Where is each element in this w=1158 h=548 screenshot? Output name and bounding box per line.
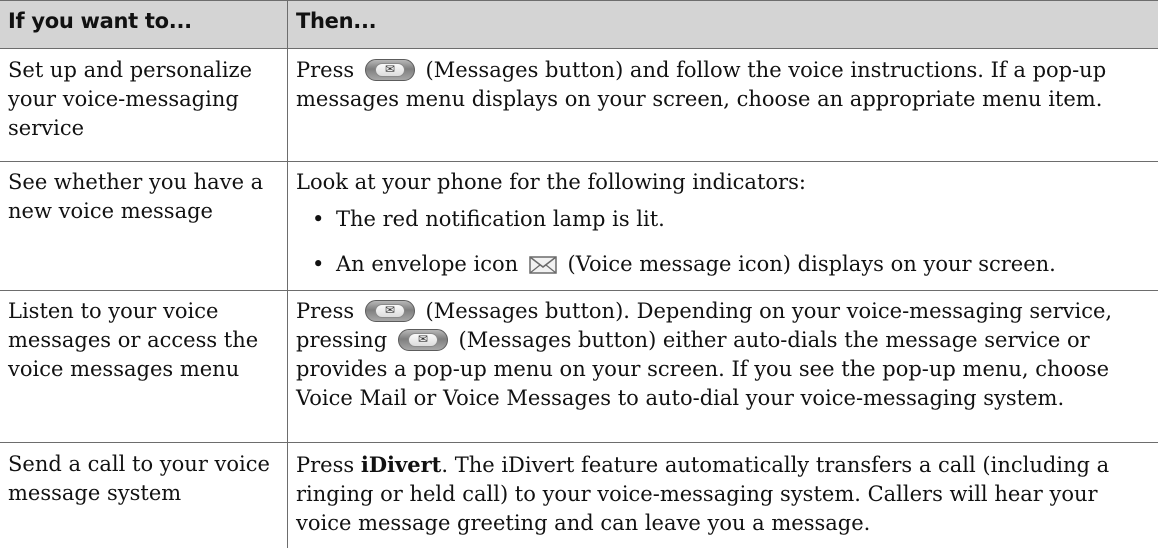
column-divider: [287, 0, 288, 548]
idivert-softkey-label: iDivert: [360, 452, 442, 477]
envelope-icon: [529, 256, 557, 274]
row-3-press-text: Press: [296, 299, 355, 323]
row-2-left: See whether you have a new voice message: [8, 170, 264, 223]
row-rule: [0, 161, 1158, 162]
row-1-press-text: Press: [296, 58, 355, 82]
bullet-icon: •: [312, 207, 325, 231]
bullet-1-text: The red notification lamp is lit.: [336, 207, 665, 231]
table-header: If you want to... Then...: [0, 0, 1158, 48]
row-rule: [0, 290, 1158, 291]
header-col-then: Then...: [296, 9, 377, 33]
row-1-left: Set up and personalize your voice-messag…: [8, 58, 253, 140]
row-1-right: Press ✉ (Messages button) and follow the…: [296, 56, 1152, 114]
row-rule: [0, 48, 1158, 49]
row-2-right: Look at your phone for the following ind…: [296, 168, 1152, 279]
bullet-icon: •: [312, 252, 325, 276]
bullet-2-text-after: (Voice message icon) displays on your sc…: [567, 252, 1056, 276]
row-1-instructions: (Messages button) and follow the voice i…: [296, 58, 1107, 111]
messages-button-icon: ✉: [397, 329, 448, 351]
row-2-bullet-2: • An envelope icon (Voice message icon) …: [296, 250, 1152, 279]
row-2-intro: Look at your phone for the following ind…: [296, 170, 806, 194]
row-4-right: Press iDivert. The iDivert feature autom…: [296, 450, 1152, 538]
row-3-left: Listen to your voice messages or access …: [8, 299, 259, 381]
bullet-2-text-before: An envelope icon: [336, 252, 519, 276]
row-2-bullet-1: • The red notification lamp is lit.: [296, 205, 1152, 234]
row-3-right: Press ✉ (Messages button). Depending on …: [296, 297, 1152, 413]
messages-button-icon: ✉: [364, 300, 415, 322]
row-4-press-text: Press: [296, 453, 355, 477]
messages-button-icon: ✉: [364, 59, 415, 81]
row-rule: [0, 442, 1158, 443]
row-4-left: Send a call to your voice message system: [8, 452, 270, 505]
header-col-if-you-want: If you want to...: [8, 9, 192, 33]
table-top-rule: [0, 0, 1158, 1]
